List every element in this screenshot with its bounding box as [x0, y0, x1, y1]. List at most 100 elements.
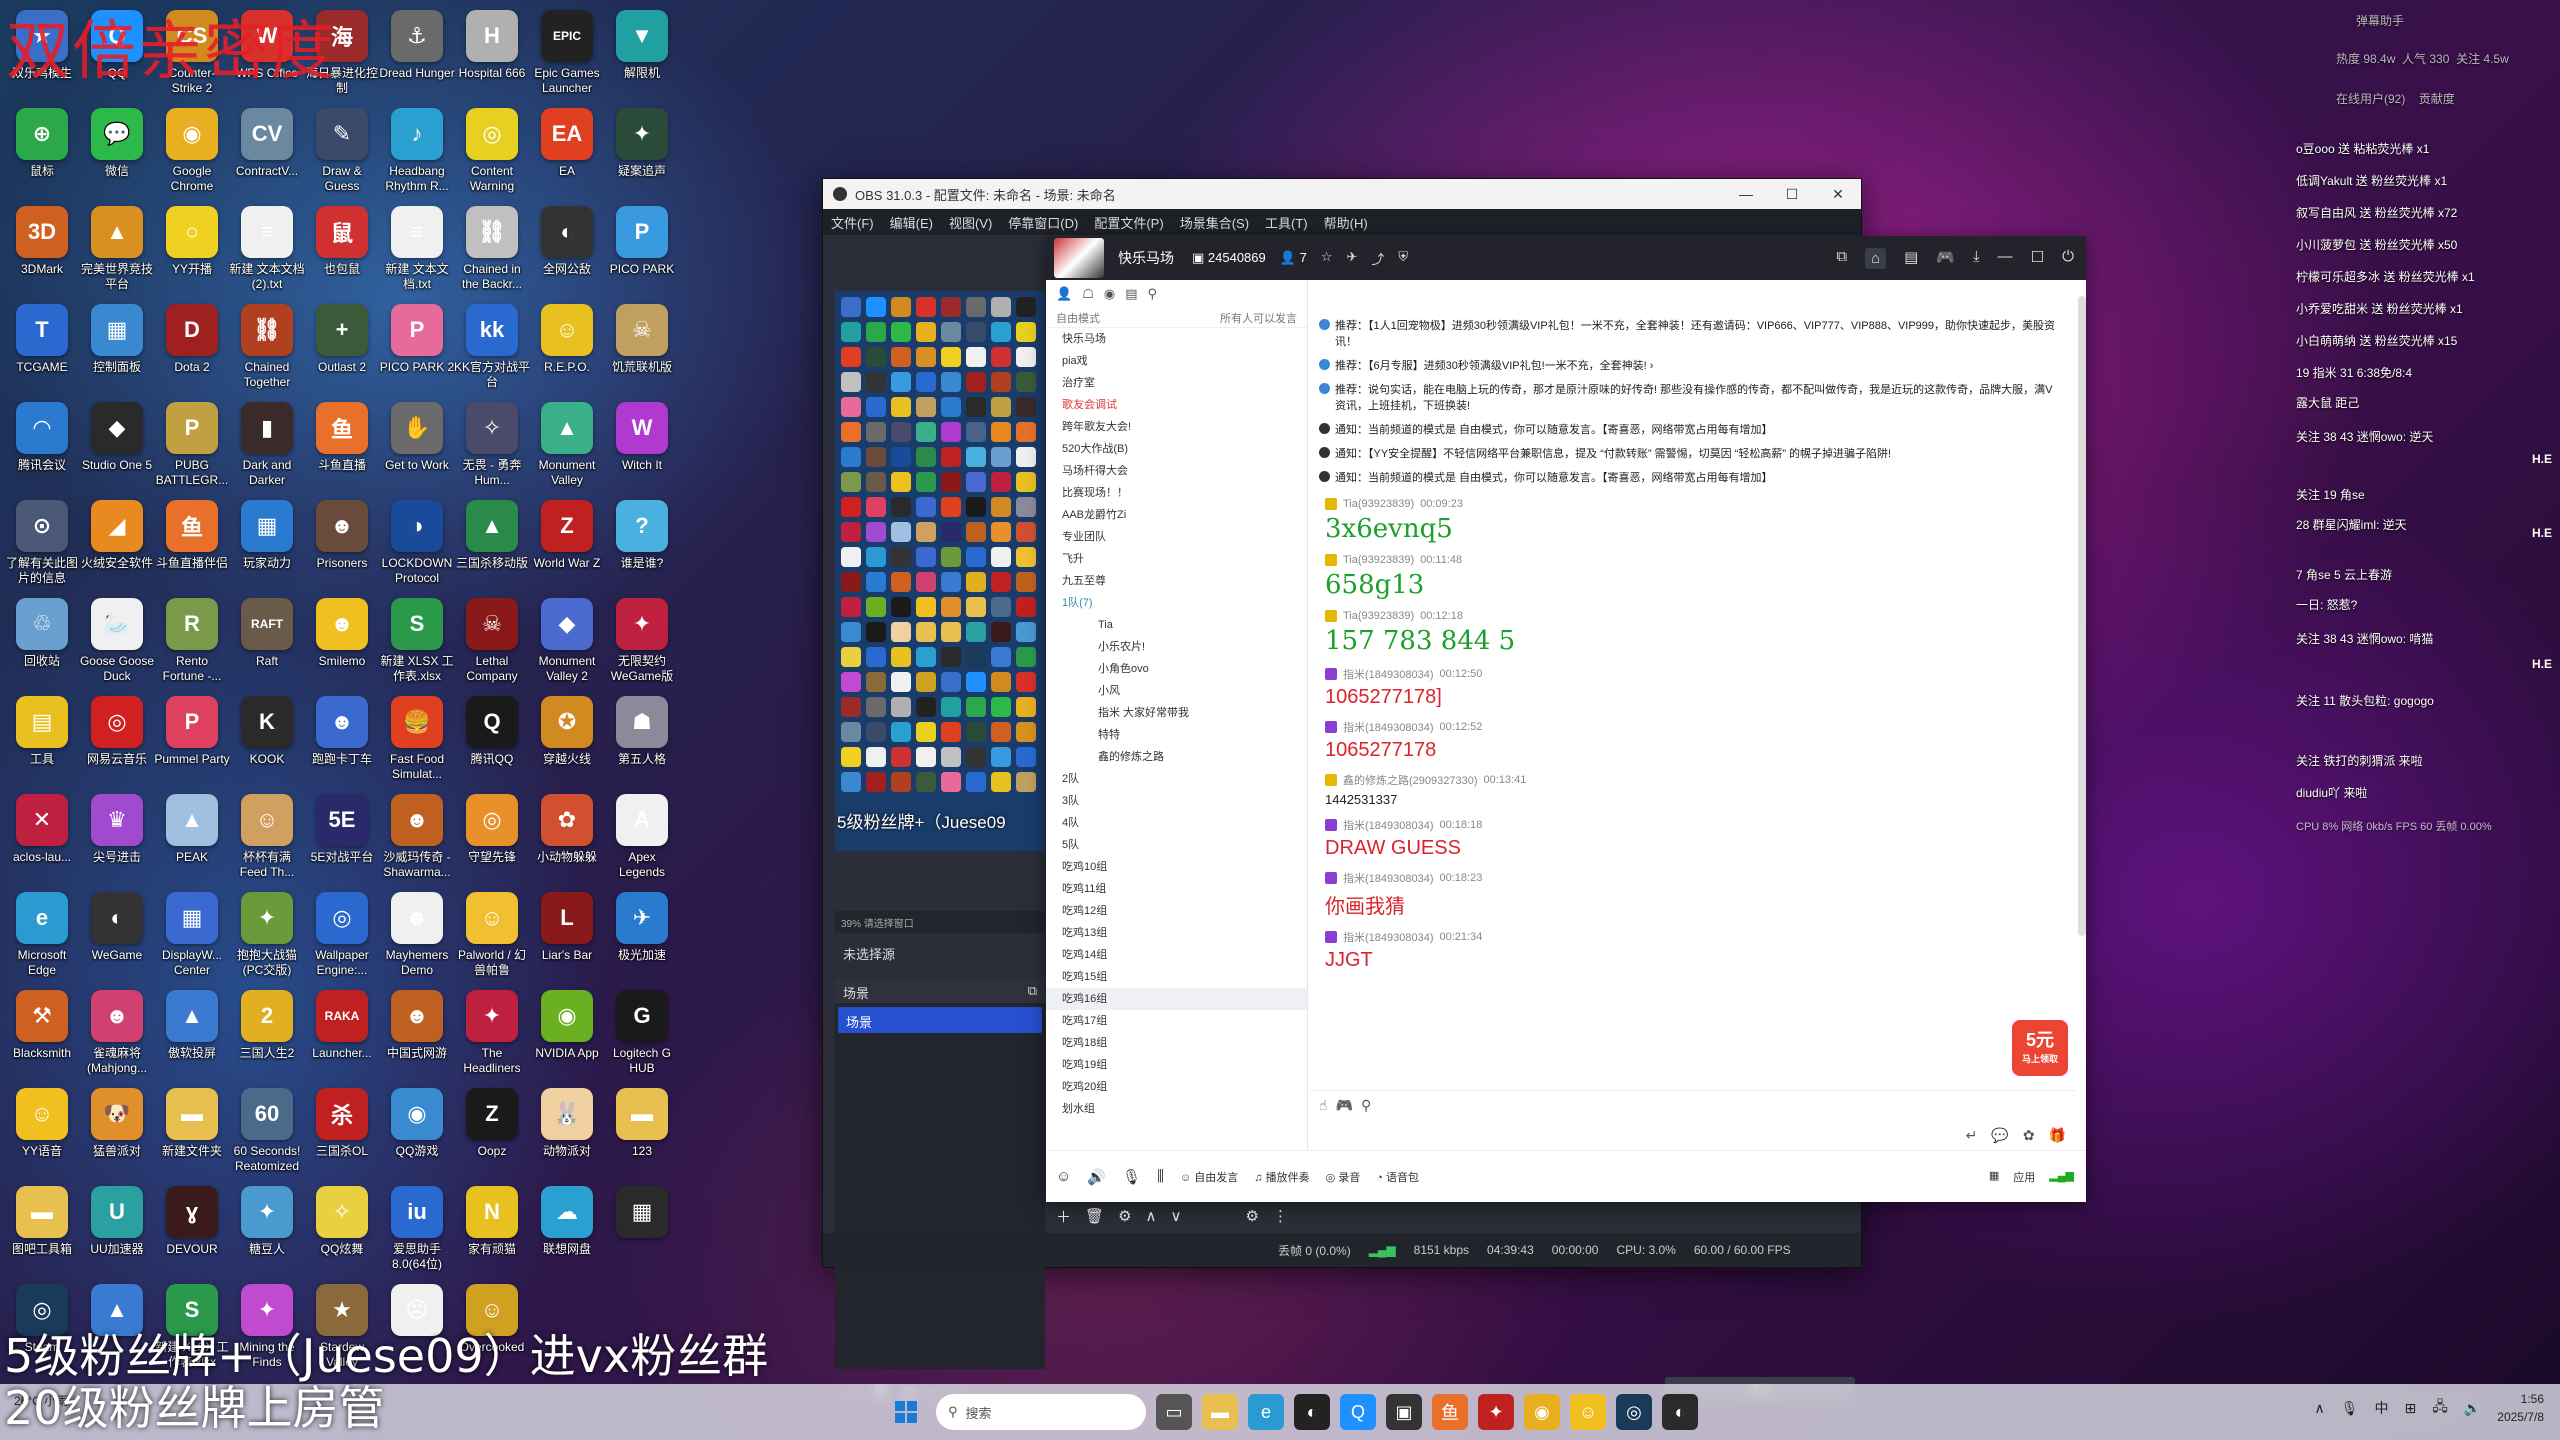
- desktop-icon[interactable]: EPIC Epic Games Launcher: [529, 4, 605, 102]
- desktop-icon[interactable]: P PICO PARK: [604, 200, 680, 298]
- free-speak-button[interactable]: ☺ 自由发言: [1180, 1169, 1238, 1185]
- desktop-icon[interactable]: ◉ QQ游戏: [379, 1082, 455, 1180]
- scene-item[interactable]: 场景: [838, 1007, 1042, 1033]
- desktop-icon[interactable]: ✧ QQ炫舞: [304, 1180, 380, 1278]
- desktop-icon[interactable]: ☺ 杯杯有满 Feed Th...: [229, 788, 305, 886]
- channel-item[interactable]: 治疗室: [1046, 372, 1307, 394]
- desktop-icon[interactable]: 5E 5E对战平台: [304, 788, 380, 886]
- desktop-icon[interactable]: e Microsoft Edge: [4, 886, 80, 984]
- desktop-icon[interactable]: ✦ 糖豆人: [229, 1180, 305, 1278]
- channel-item[interactable]: 专业团队: [1046, 526, 1307, 548]
- desktop-icon[interactable]: ✋ Get to Work: [379, 396, 455, 494]
- taskbar-search[interactable]: ⚲ 搜索: [936, 1394, 1146, 1430]
- desktop-icon[interactable]: RAFT Raft: [229, 592, 305, 690]
- desktop-icon[interactable]: L Liar's Bar: [529, 886, 605, 984]
- desktop-icon[interactable]: D Dota 2: [154, 298, 230, 396]
- channel-item[interactable]: 吃鸡10组: [1046, 856, 1307, 878]
- screen-icon[interactable]: ⧉: [1836, 248, 1847, 269]
- desktop-icon[interactable]: P PICO PARK 2: [379, 298, 455, 396]
- zoom-icon[interactable]: ⚲: [1361, 1097, 1371, 1114]
- desktop-icon[interactable]: ✿ 小动物躲躲: [529, 788, 605, 886]
- menu-item[interactable]: 文件(F): [831, 213, 874, 232]
- gamepad-icon[interactable]: 🎮: [1336, 1097, 1353, 1114]
- minimize-icon[interactable]: —: [1723, 186, 1769, 203]
- desktop-icon[interactable]: ▲ Monument Valley: [529, 396, 605, 494]
- desktop-icon[interactable]: ▦ DisplayW... Center: [154, 886, 230, 984]
- douyu-icon[interactable]: 鱼: [1432, 1394, 1468, 1430]
- desktop-icon[interactable]: ☻ Mayhemers Demo: [379, 886, 455, 984]
- channel-member[interactable]: 特特: [1046, 724, 1307, 746]
- channel-item[interactable]: 吃鸡19组: [1046, 1054, 1307, 1076]
- menu-item[interactable]: 配置文件(P): [1094, 213, 1163, 232]
- message-user[interactable]: Tia(93923839): [1343, 554, 1414, 566]
- desktop-icon[interactable]: 鼠也包鼠: [304, 200, 380, 298]
- desktop-icon[interactable]: ☠ 饥荒联机版: [604, 298, 680, 396]
- home-icon[interactable]: ⌂: [1865, 247, 1887, 269]
- volume-icon[interactable]: 🔊: [2464, 1400, 2481, 1417]
- channel-item[interactable]: 吃鸡15组: [1046, 966, 1307, 988]
- channel-item[interactable]: 4队: [1046, 812, 1307, 834]
- desktop-icon[interactable]: + Outlast 2: [304, 298, 380, 396]
- desktop-icon[interactable]: ⊕ 鼠标: [4, 102, 80, 200]
- grid-icon[interactable]: ⊞: [2404, 1400, 2416, 1417]
- desktop-icon[interactable]: ▬ 新建文件夹: [154, 1082, 230, 1180]
- channel-item[interactable]: 吃鸡20组: [1046, 1076, 1307, 1098]
- channel-item[interactable]: 5队: [1046, 834, 1307, 856]
- bubble-icon[interactable]: 💬: [1991, 1127, 2008, 1144]
- dock-undock-icon[interactable]: ⧉: [1028, 983, 1037, 999]
- channel-item[interactable]: 飞升: [1046, 548, 1307, 570]
- gear-icon[interactable]: ⚙: [1245, 1207, 1258, 1225]
- desktop-icon[interactable]: ◆ Studio One 5: [79, 396, 155, 494]
- desktop-icon[interactable]: iu 爱思助手 8.0(64位): [379, 1180, 455, 1278]
- desktop-icon[interactable]: ◎ Content Warning: [454, 102, 530, 200]
- power-icon[interactable]: ⏻: [2062, 248, 2074, 269]
- desktop-icon[interactable]: 鱼斗鱼直播: [304, 396, 380, 494]
- maximize-icon[interactable]: ☐: [2031, 248, 2044, 269]
- steam-icon[interactable]: ◎: [1616, 1394, 1652, 1430]
- chat-input-area[interactable]: ☝ 🎮 ⚲ ↵ 💬 ✿ 🎁: [1309, 1090, 2076, 1150]
- chat-icon[interactable]: ☖: [1082, 286, 1094, 301]
- desktop-icon[interactable]: ✦ 无限契约 WeGame版: [604, 592, 680, 690]
- message-user[interactable]: 指米(1849308034): [1343, 929, 1434, 945]
- desktop-icon[interactable]: ○ YY开播: [154, 200, 230, 298]
- grid-icon[interactable]: ▤: [1904, 248, 1918, 269]
- desktop-icon[interactable]: ⚓ Dread Hunger: [379, 4, 455, 102]
- desktop-icon[interactable]: ▲ 傲软投屏: [154, 984, 230, 1082]
- more-icon[interactable]: ⋮: [1273, 1207, 1288, 1225]
- gesture-icon[interactable]: ☝: [1319, 1097, 1328, 1114]
- location-icon[interactable]: ◉: [1104, 286, 1115, 301]
- channel-item[interactable]: 2队: [1046, 768, 1307, 790]
- desktop-icon[interactable]: Z World War Z: [529, 494, 605, 592]
- desktop-icon[interactable]: G Logitech G HUB: [604, 984, 680, 1082]
- desktop-icon[interactable]: kk KK官方对战平台: [454, 298, 530, 396]
- speaker-icon[interactable]: 🔊: [1087, 1168, 1106, 1186]
- desktop-icon[interactable]: CV ContractV...: [229, 102, 305, 200]
- desktop-icon[interactable]: ◎ Wallpaper Engine:...: [304, 886, 380, 984]
- channel-item[interactable]: 吃鸡12组: [1046, 900, 1307, 922]
- desktop-icon[interactable]: 💬 微信: [79, 102, 155, 200]
- desktop-icon[interactable]: ☁ 联想网盘: [529, 1180, 605, 1278]
- channel-item[interactable]: 3队: [1046, 790, 1307, 812]
- desktop-icon[interactable]: ▼ 解限机: [604, 4, 680, 102]
- desktop-icon[interactable]: ◐ 全网公敌: [529, 200, 605, 298]
- desktop-icon[interactable]: ✪ 穿越火线: [529, 690, 605, 788]
- channel-item[interactable]: 吃鸡18组: [1046, 1032, 1307, 1054]
- shield-icon[interactable]: ⛨: [1398, 249, 1408, 268]
- play-music-button[interactable]: ♫ 播放伴奏: [1254, 1169, 1309, 1185]
- obs-titlebar[interactable]: OBS 31.0.3 - 配置文件: 未命名 - 场景: 未命名 — ☐ ✕: [823, 179, 1861, 209]
- list-icon[interactable]: ▤: [1125, 286, 1137, 301]
- obs-icon[interactable]: ◐: [1662, 1394, 1698, 1430]
- desktop-icon[interactable]: 🦢 Goose Goose Duck: [79, 592, 155, 690]
- channel-item[interactable]: 马场杆得大会: [1046, 460, 1307, 482]
- desktop-icon[interactable]: ♛ 尖号进击: [79, 788, 155, 886]
- desktop-icon[interactable]: ☻ 跑跑卡丁车: [304, 690, 380, 788]
- desktop-icon[interactable]: ▦ 玩家动力: [229, 494, 305, 592]
- channel-member[interactable]: 小风: [1046, 680, 1307, 702]
- channel-item[interactable]: 跨年歌友大会!: [1046, 416, 1307, 438]
- desktop-icon[interactable]: ☻ 雀魂麻将 (Mahjong...: [79, 984, 155, 1082]
- channel-item[interactable]: 1队(7): [1046, 592, 1307, 614]
- desktop-icon[interactable]: H Hospital 666: [454, 4, 530, 102]
- desktop-icon[interactable]: ▦ 控制面板: [79, 298, 155, 396]
- desktop-icon[interactable]: ✧ 无畏 - 勇奔 Hum...: [454, 396, 530, 494]
- desktop-icon[interactable]: 🐰 动物派对: [529, 1082, 605, 1180]
